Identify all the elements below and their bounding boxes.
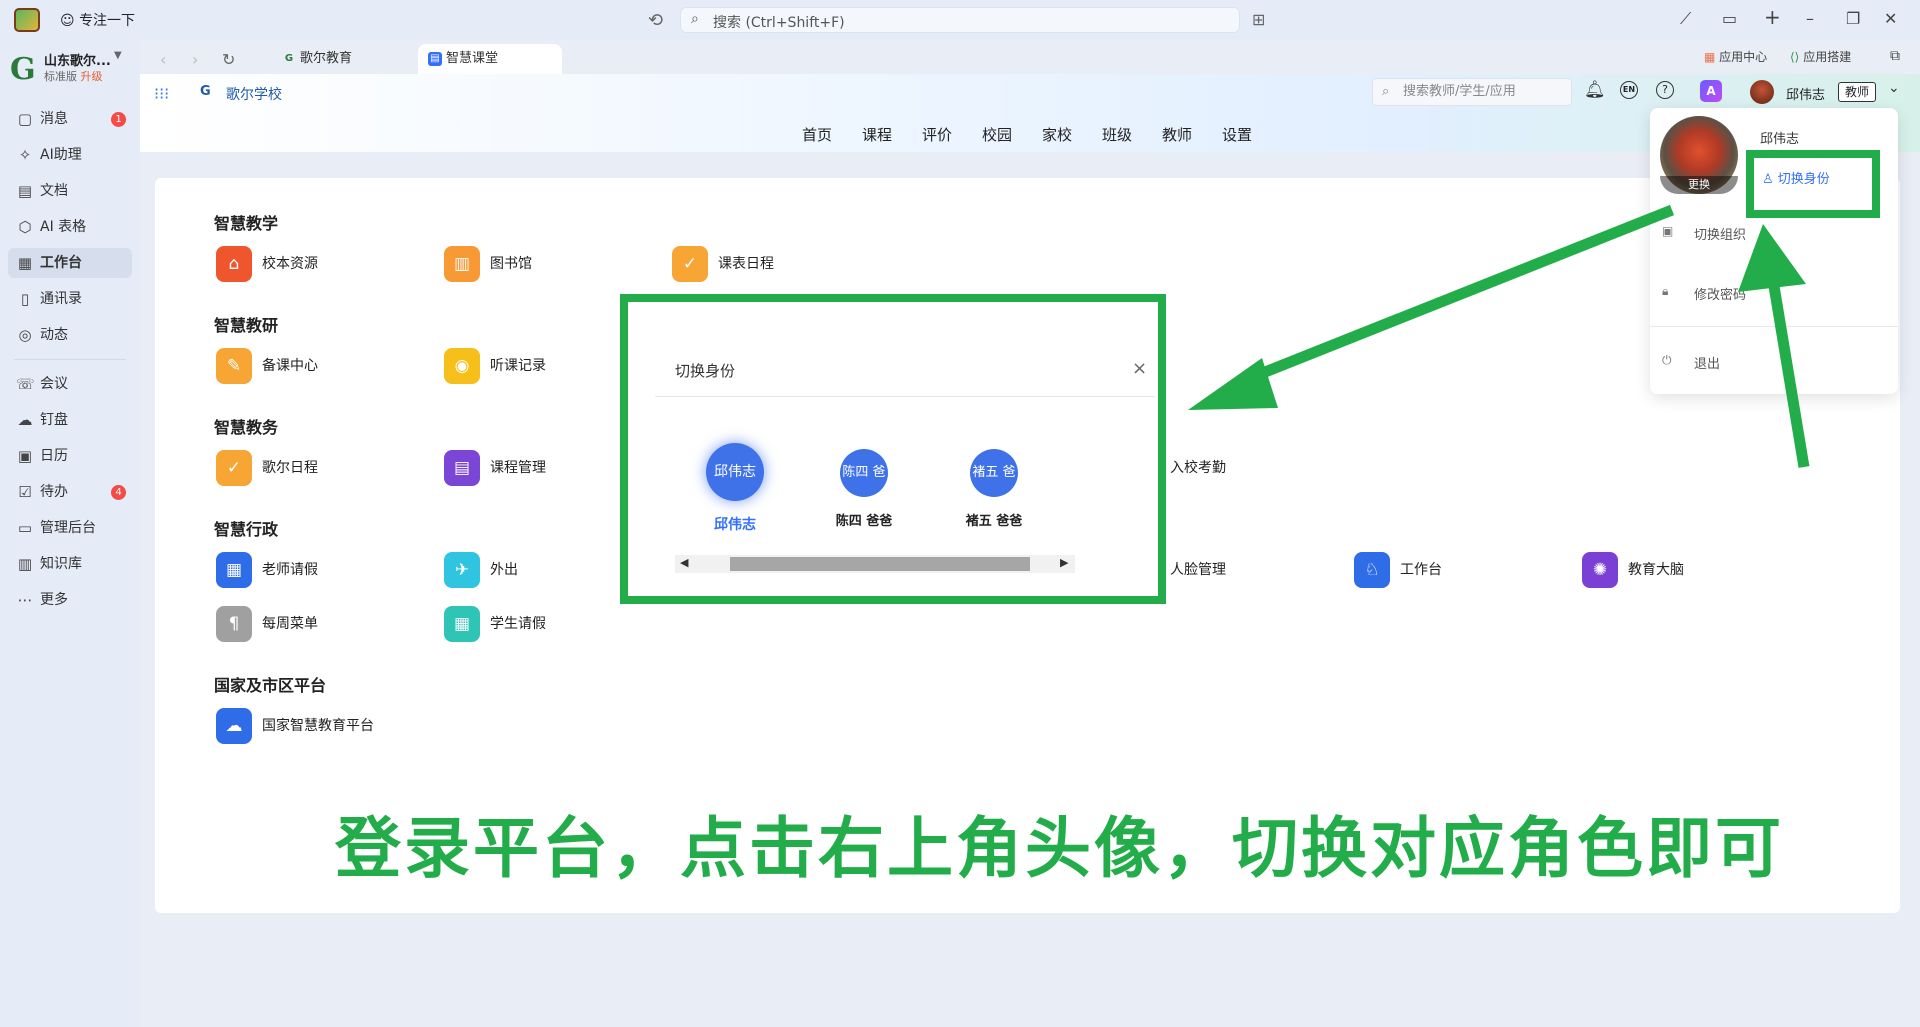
arrow-to-dialog: [1237, 204, 1675, 388]
instruction-caption: 登录平台，点击右上角头像，切换对应角色即可: [335, 810, 1784, 887]
arrow-to-switch: [1767, 279, 1810, 468]
arrow-head-dialog: [1188, 358, 1278, 410]
arrow-head-switch: [1738, 224, 1806, 292]
